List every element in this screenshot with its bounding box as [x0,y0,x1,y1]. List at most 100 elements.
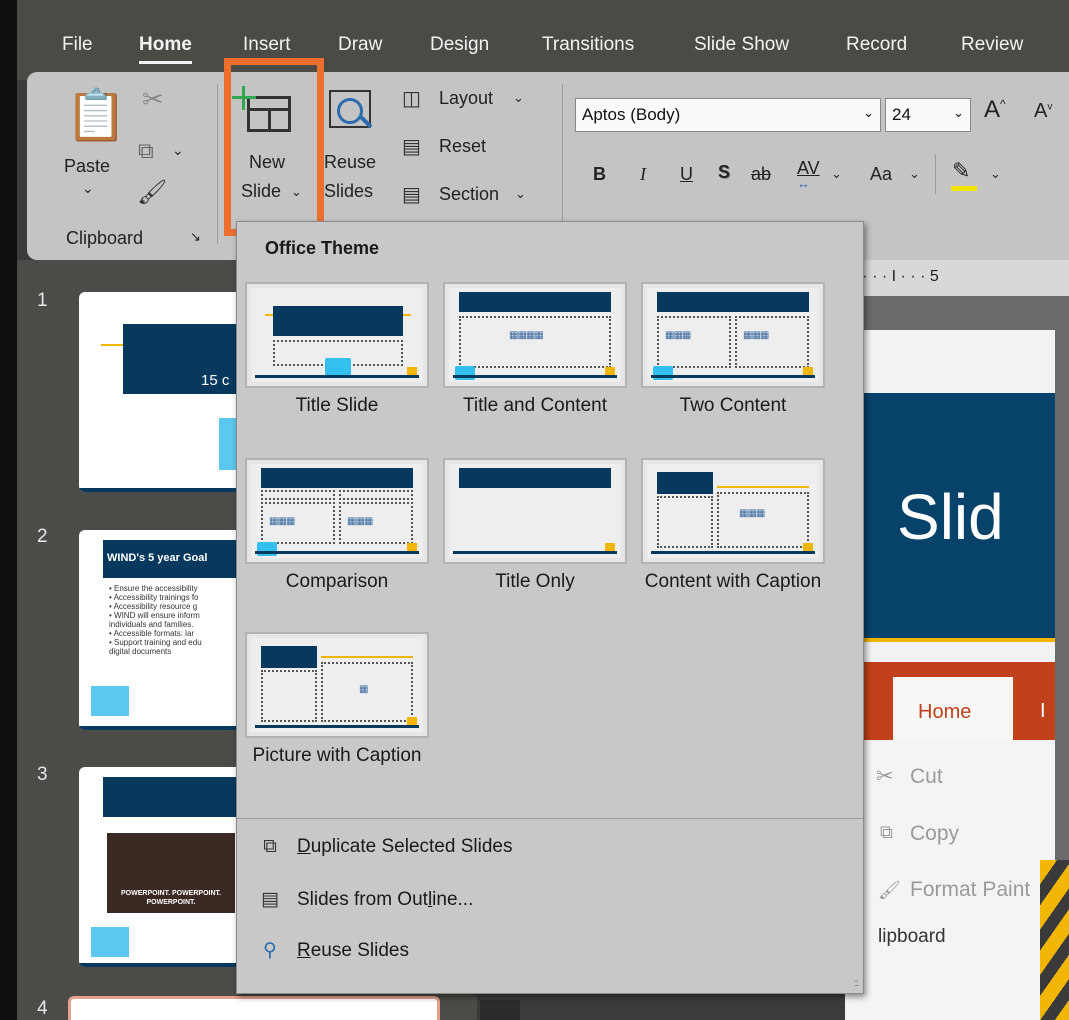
font-family-value: Aptos (Body) [582,105,681,124]
grow-font-label: A [984,96,1001,123]
case-chevron-down-icon[interactable]: ⌄ [909,166,920,182]
shrink-font-button[interactable]: Av [1034,100,1052,123]
layout-chevron-down-icon[interactable]: ⌄ [513,90,524,106]
layout-content-with-caption-preview: ▦▦▦ [641,458,825,564]
outline-document-icon: ▤ [261,889,279,910]
layout-picture-with-caption-label: Picture with Caption [252,745,422,766]
highlight-chevron-down-icon[interactable]: ⌄ [990,166,1001,182]
section-icon[interactable]: ▤ [402,182,421,207]
copy-icon[interactable]: ⧉ [138,138,154,164]
tab-slide-show[interactable]: Slide Show [694,34,789,56]
paste-button[interactable]: Paste [64,156,110,177]
slides-from-outline-item[interactable]: ▤ Slides from Outline... [259,888,473,911]
layout-content-with-caption-label: Content with Caption [644,571,822,592]
layout-title-and-content-label: Title and Content [463,395,607,416]
underline-button[interactable]: U [680,164,693,185]
slide-title-text[interactable]: Slid [897,480,1004,554]
change-case-button[interactable]: Aa [870,164,892,185]
embedded-copy-icon: ⧉ [880,822,893,842]
strikethrough-button[interactable]: ab [751,164,771,185]
clipboard-group-label: Clipboard [66,228,144,248]
slide2-line: digital documents [109,647,172,656]
highlight-pen-icon[interactable]: ✎ [952,158,970,184]
tab-draw[interactable]: Draw [338,34,382,56]
layout-icon[interactable]: ◫ [402,86,421,111]
font-family-input[interactable]: Aptos (Body) ⌄ [575,98,881,132]
reset-button[interactable]: Reset [439,136,486,157]
layout-two-content-label: Two Content [679,395,787,416]
paste-icon[interactable]: 📋 [65,86,127,145]
reuse-slides-item[interactable]: ⚲ Reuse Slides [259,939,409,962]
embedded-format-painter-label: Format Paint [910,878,1031,901]
pane-splitter[interactable] [480,1000,520,1020]
layout-comparison-label: Comparison [285,571,389,592]
slide2-logo [91,686,129,716]
tab-record[interactable]: Record [846,34,907,56]
tab-review[interactable]: Review [961,34,1023,56]
slide-number-1: 1 [37,290,48,311]
font-size-input[interactable]: 24 ⌄ [885,98,971,132]
reuse-slides-icon[interactable] [329,90,375,134]
resize-grip-icon[interactable]: :::: [854,978,859,989]
grow-font-button[interactable]: A^ [984,96,1006,124]
embedded-clipboard-label: lipboard [878,926,946,947]
layout-picture-with-caption-preview: ▦ [245,632,429,738]
reuse-slides-label-2[interactable]: Slides [324,181,373,202]
new-slide-highlight-frame [224,58,324,236]
slide2-bullets: • Ensure the accessibility • Accessibili… [109,584,202,656]
layout-two-content-preview: ▦▦▦ ▦▦▦ [641,282,825,388]
copy-chevron-down-icon[interactable]: ⌄ [172,142,184,159]
tab-insert[interactable]: Insert [243,34,291,56]
text-shadow-button[interactable]: S [718,162,730,183]
embedded-insert-tab: I [1040,700,1046,722]
slide2-line: individuals and families. [109,620,194,629]
duplicate-icon: ⧉ [263,836,277,857]
slide-accent-line [845,638,1055,642]
dialog-launcher-icon[interactable]: ↘ [190,229,201,245]
slide1-text: 15 c [201,372,230,389]
highlight-color-bar [951,186,977,191]
slide-thumbnail-4-selected[interactable] [68,996,440,1020]
font-family-chevron-down-icon[interactable]: ⌄ [863,105,874,121]
reuse-accelerator: R [297,940,311,961]
paste-chevron-down-icon[interactable]: ⌄ [82,180,94,197]
format-painter-icon[interactable]: 🖌 [137,178,167,207]
layout-title-slide-preview [245,282,429,388]
layout-title-and-content-preview: ▦▦▦▦ [443,282,627,388]
spacing-chevron-down-icon[interactable]: ⌄ [831,166,842,182]
shrink-font-label: A [1034,100,1048,122]
layout-title-only-preview [443,458,627,564]
layout-button[interactable]: Layout [439,88,493,109]
bold-button[interactable]: B [593,164,606,185]
duplicate-text-post: uplicate Selected Slides [310,836,513,857]
group-separator [562,84,563,244]
font-size-chevron-down-icon[interactable]: ⌄ [953,105,964,121]
slide-number-2: 2 [37,526,48,547]
tab-transitions[interactable]: Transitions [542,34,634,56]
new-slide-dropdown: Office Theme Title Slide ▦▦▦▦ Title and … [236,221,864,994]
embedded-copy-label: Copy [910,822,960,845]
slide-number-3: 3 [37,764,48,785]
slide2-line: • Accessibility trainings fo [109,593,199,602]
slide2-line: • WIND will ensure inform [109,611,200,620]
reuse-slides-small-icon: ⚲ [263,940,277,961]
embedded-cut-label: Cut [910,765,943,788]
slide-decoration-stripes [1040,860,1069,1020]
tab-home[interactable]: Home [139,34,192,64]
tab-design[interactable]: Design [430,34,489,56]
slide2-line: • Ensure the accessibility [109,584,198,593]
cut-icon[interactable]: ✂ [142,84,164,115]
section-chevron-down-icon[interactable]: ⌄ [515,186,526,202]
section-button[interactable]: Section [439,184,499,205]
embedded-home-tab: Home [893,677,1013,740]
menu-divider [237,818,863,819]
duplicate-selected-slides-item[interactable]: ⧉ Duplicate Selected Slides [259,836,512,858]
tab-file[interactable]: File [62,34,93,56]
layout-title-slide-label: Title Slide [295,395,379,416]
italic-button[interactable]: I [640,164,646,185]
reset-icon[interactable]: ▤ [402,134,421,159]
reuse-slides-label-1[interactable]: Reuse [324,152,376,173]
font-separator [935,154,936,194]
outline-text-post: ine... [432,889,474,910]
embedded-cut-icon: ✂ [876,765,894,788]
